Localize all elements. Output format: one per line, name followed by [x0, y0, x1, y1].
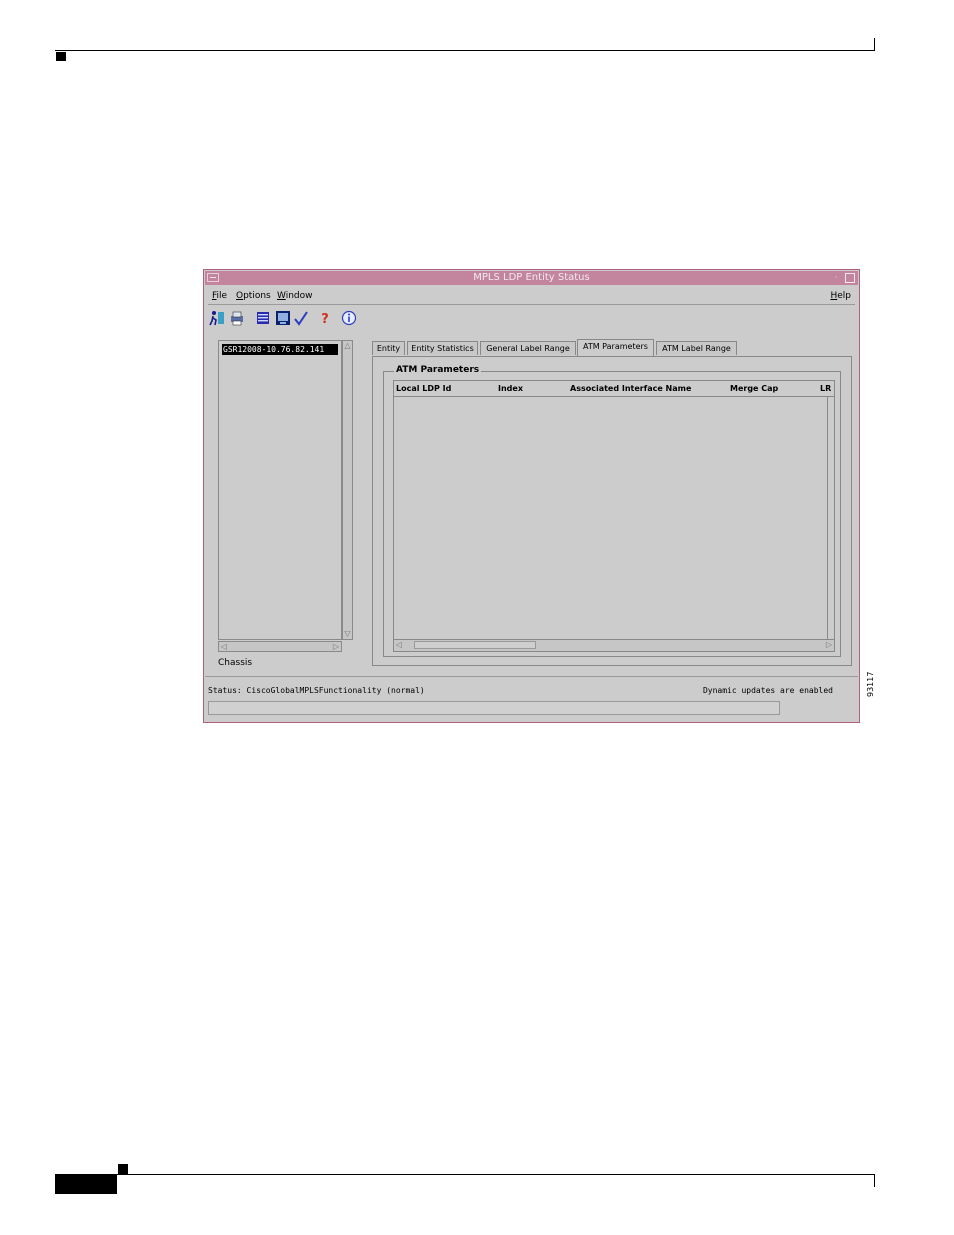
print-icon[interactable]: [228, 309, 245, 326]
svg-text:?: ?: [321, 312, 329, 326]
atm-parameters-group: ATM Parameters Local LDP Id Index Associ…: [383, 365, 841, 657]
scroll-right-icon[interactable]: ▷: [824, 640, 834, 650]
checkmark-icon[interactable]: [292, 309, 309, 326]
progress-bar: [208, 701, 780, 715]
scroll-down-icon[interactable]: ▽: [343, 629, 352, 639]
tree-vertical-scrollbar[interactable]: △ ▽: [342, 340, 353, 640]
chassis-tree[interactable]: GSR12008-10.76.82.141: [218, 340, 342, 640]
run-icon[interactable]: [208, 309, 225, 326]
window-titlebar[interactable]: MPLS LDP Entity Status ·: [205, 271, 858, 285]
footer-tick: [874, 1174, 875, 1187]
header-marker: [56, 52, 66, 61]
info-icon[interactable]: [340, 309, 357, 326]
column-index[interactable]: Index: [498, 384, 523, 393]
toolbar: ?: [208, 308, 855, 328]
scroll-up-icon[interactable]: △: [343, 341, 352, 351]
scroll-right-icon[interactable]: ▷: [331, 642, 341, 651]
figure-number: 93117: [866, 671, 875, 697]
monitor-icon[interactable]: [274, 309, 291, 326]
header-rule: [55, 50, 875, 51]
table-vertical-scrollbar[interactable]: [827, 396, 834, 640]
status-text: Status: CiscoGlobalMPLSFunctionality (no…: [208, 686, 425, 695]
tree-horizontal-scrollbar[interactable]: ◁ ▷: [218, 641, 342, 652]
menu-window[interactable]: Window: [277, 291, 313, 301]
footer-rule: [55, 1174, 875, 1175]
column-associated-interface-name[interactable]: Associated Interface Name: [570, 384, 691, 393]
tab-entity[interactable]: Entity: [372, 341, 405, 355]
column-merge-cap[interactable]: Merge Cap: [730, 384, 778, 393]
group-title: ATM Parameters: [394, 365, 482, 375]
scroll-left-icon[interactable]: ◁: [219, 642, 229, 651]
maximize-icon[interactable]: [845, 273, 855, 283]
footer-marker: [118, 1164, 128, 1174]
window-title: MPLS LDP Entity Status: [473, 272, 590, 283]
mpls-ldp-entity-status-window: MPLS LDP Entity Status · File Options Wi…: [203, 269, 860, 723]
column-local-ldp-id[interactable]: Local LDP Id: [396, 384, 451, 393]
list-icon[interactable]: [254, 309, 271, 326]
table-horizontal-scrollbar[interactable]: ◁ ▷: [394, 639, 834, 651]
help-icon[interactable]: ?: [316, 309, 333, 326]
tab-general-label-range[interactable]: General Label Range: [480, 341, 576, 355]
footer-block: [55, 1175, 117, 1194]
scroll-left-icon[interactable]: ◁: [394, 640, 404, 650]
menu-file[interactable]: File: [212, 291, 227, 301]
tab-atm-label-range[interactable]: ATM Label Range: [656, 341, 737, 355]
tab-entity-statistics[interactable]: Entity Statistics: [407, 341, 478, 355]
minimize-icon[interactable]: ·: [832, 272, 840, 284]
scroll-thumb[interactable]: [414, 641, 536, 649]
tree-item-selected[interactable]: GSR12008-10.76.82.141: [222, 344, 338, 355]
atm-parameters-table[interactable]: Local LDP Id Index Associated Interface …: [393, 380, 835, 652]
header-tick: [874, 38, 875, 51]
menubar: File Options Window Help: [208, 288, 855, 305]
column-lr[interactable]: LR: [820, 384, 831, 393]
system-menu-icon[interactable]: [207, 273, 219, 282]
dynamic-updates-text: Dynamic updates are enabled: [702, 686, 833, 695]
tab-atm-parameters[interactable]: ATM Parameters: [577, 339, 654, 356]
status-divider: [205, 676, 858, 677]
table-header: Local LDP Id Index Associated Interface …: [394, 381, 834, 397]
menu-help[interactable]: Help: [830, 291, 851, 301]
tab-panel: ATM Parameters Local LDP Id Index Associ…: [372, 356, 852, 666]
tree-label: Chassis: [218, 658, 253, 668]
menu-options[interactable]: Options: [236, 291, 271, 301]
